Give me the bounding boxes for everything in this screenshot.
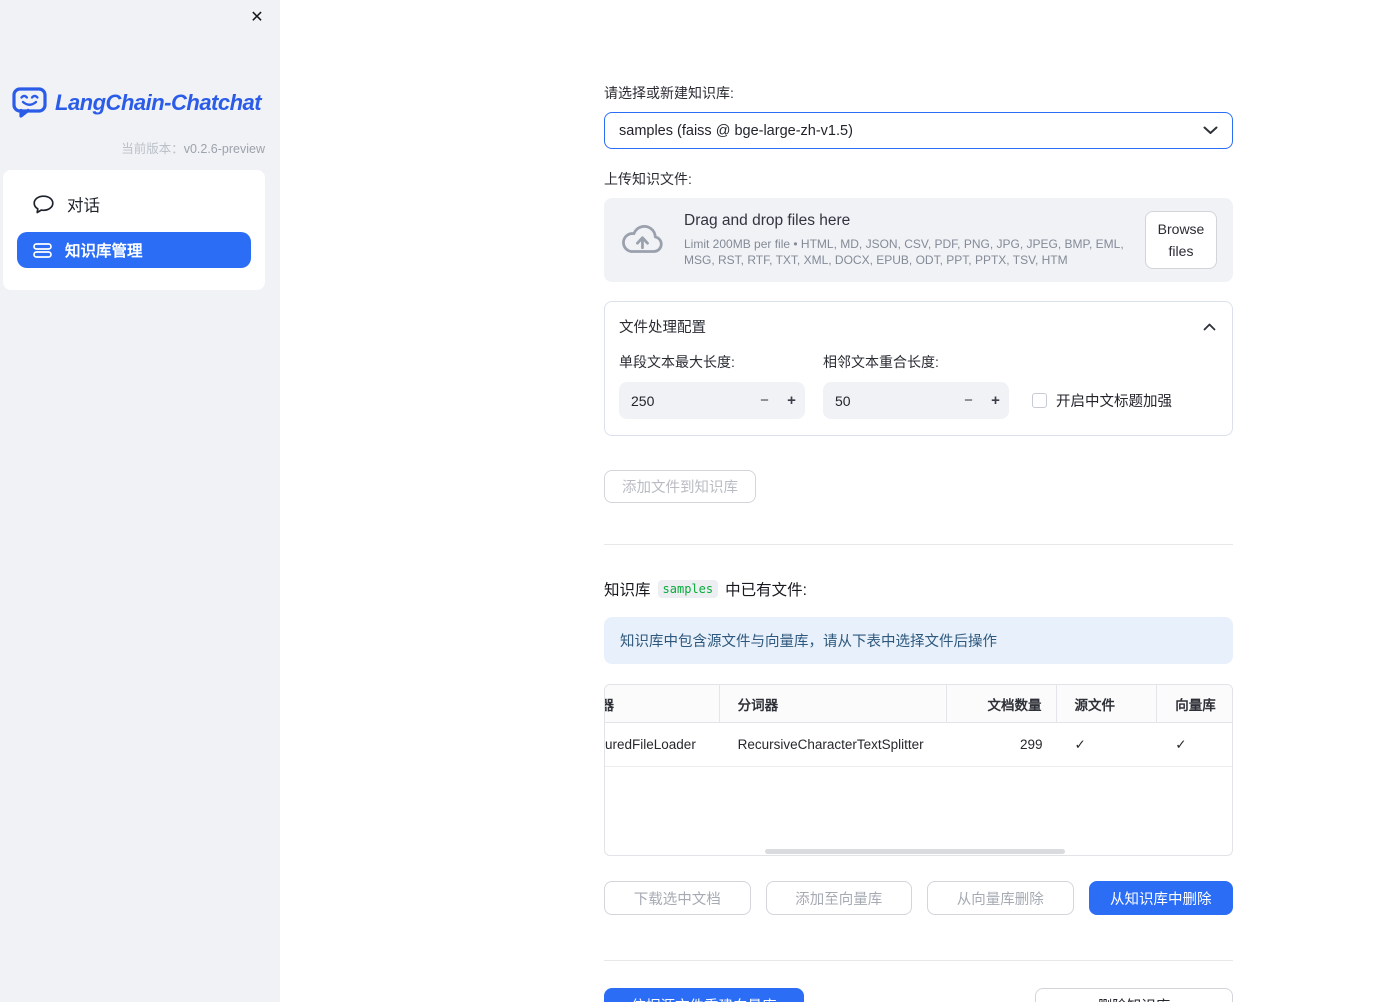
expander-title: 文件处理配置 xyxy=(619,320,706,336)
version-label: 当前版本： xyxy=(121,142,184,156)
cell-vector-store-check: ✓ xyxy=(1175,736,1187,752)
heading-prefix: 知识库 xyxy=(604,582,651,599)
kb-files-table: 器 分词器 文档数量 源文件 向量库 uredFileLoader Recurs… xyxy=(604,684,1233,856)
cloud-upload-icon xyxy=(620,223,664,257)
heading-suffix: 中已有文件: xyxy=(725,582,807,599)
chunk-size-increment-button[interactable]: + xyxy=(778,392,805,409)
chunk-size-value[interactable]: 250 xyxy=(619,393,751,409)
kb-files-heading: 知识库 samples 中已有文件: xyxy=(604,578,1233,600)
add-to-vector-store-button[interactable]: 添加至向量库 xyxy=(765,881,912,915)
column-header-source-file[interactable]: 源文件 xyxy=(1057,685,1158,722)
kb-select-value: samples (faiss @ bge-large-zh-v1.5) xyxy=(619,122,853,139)
kb-name-code: samples xyxy=(657,580,719,598)
download-selected-button[interactable]: 下载选中文档 xyxy=(604,881,751,915)
add-files-to-kb-button[interactable]: 添加文件到知识库 xyxy=(604,470,756,503)
cell-loader: uredFileLoader xyxy=(605,737,696,752)
sidebar-item-knowledge-base[interactable]: 知识库管理 xyxy=(17,232,251,268)
sidebar-item-label: 知识库管理 xyxy=(65,243,143,260)
overlap-size-label: 相邻文本重合长度: xyxy=(823,354,939,370)
cell-splitter: RecursiveCharacterTextSplitter xyxy=(737,737,924,752)
delete-kb-button[interactable]: 删除知识库 xyxy=(1035,988,1233,1002)
logo-chat-smiley-icon xyxy=(12,87,47,118)
zh-title-enhance-checkbox[interactable] xyxy=(1032,393,1047,408)
overlap-size-value[interactable]: 50 xyxy=(823,393,955,409)
dropzone-limit-text: Limit 200MB per file • HTML, MD, JSON, C… xyxy=(684,236,1124,267)
dropzone-text: Drag and drop files here Limit 200MB per… xyxy=(684,212,1135,268)
file-dropzone[interactable]: Drag and drop files here Limit 200MB per… xyxy=(604,198,1233,282)
kb-footer-buttons: 依据源文件重建向量库 删除知识库 xyxy=(604,988,1233,1002)
upload-label: 上传知识文件: xyxy=(604,171,692,187)
version-value: v0.2.6-preview xyxy=(183,142,265,156)
kb-select[interactable]: samples (faiss @ bge-large-zh-v1.5) xyxy=(604,112,1233,149)
zh-title-enhance-label[interactable]: 开启中文标题加强 xyxy=(1056,390,1172,411)
browse-files-button[interactable]: Browse files xyxy=(1145,210,1217,270)
file-action-buttons: 下载选中文档 添加至向量库 从向量库删除 从知识库中删除 xyxy=(604,881,1233,915)
chevron-up-icon xyxy=(1203,323,1216,331)
chat-bubble-icon xyxy=(33,194,54,214)
remove-from-vector-store-button[interactable]: 从向量库删除 xyxy=(927,881,1074,915)
table-header: 器 分词器 文档数量 源文件 向量库 xyxy=(605,685,1232,723)
sidebar-menu: 对话 知识库管理 xyxy=(3,170,265,290)
sidebar-item-dialogue[interactable]: 对话 xyxy=(17,186,251,222)
overlap-size-input[interactable]: 50 − + xyxy=(823,382,1009,419)
cell-doc-count: 299 xyxy=(1019,737,1043,752)
sidebar-item-label: 对话 xyxy=(67,197,100,215)
list-stack-icon xyxy=(33,242,52,259)
chevron-down-icon xyxy=(1203,126,1218,135)
version-info: 当前版本：v0.2.6-preview xyxy=(121,138,265,157)
file-config-expander: 文件处理配置 单段文本最大长度: 250 − + 相邻文本重合长度: 50 − … xyxy=(604,301,1233,436)
zh-title-enhance-group: 开启中文标题加强 xyxy=(1032,382,1172,419)
column-header-doc-count[interactable]: 文档数量 xyxy=(947,685,1057,722)
rebuild-vector-store-button[interactable]: 依据源文件重建向量库 xyxy=(604,988,804,1002)
info-alert: 知识库中包含源文件与向量库，请从下表中选择文件后操作 xyxy=(604,617,1233,664)
column-header-splitter[interactable]: 分词器 xyxy=(720,685,947,722)
main-content: 请选择或新建知识库: samples (faiss @ bge-large-zh… xyxy=(604,83,1233,1002)
delete-from-kb-button[interactable]: 从知识库中删除 xyxy=(1088,881,1233,915)
overlap-size-decrement-button[interactable]: − xyxy=(955,392,982,409)
kb-select-label: 请选择或新建知识库: xyxy=(604,85,734,101)
overlap-size-increment-button[interactable]: + xyxy=(982,392,1009,409)
app-page: ✕ LangChain-Chatchat 当前版本：v0.2.6-preview xyxy=(0,0,1380,1002)
overlap-size-group: 相邻文本重合长度: 50 − + xyxy=(823,352,1009,419)
chunk-size-group: 单段文本最大长度: 250 − + xyxy=(619,352,805,419)
chunk-size-decrement-button[interactable]: − xyxy=(751,392,778,409)
app-logo: LangChain-Chatchat xyxy=(12,87,262,118)
divider xyxy=(604,544,1233,545)
divider xyxy=(604,960,1233,961)
sidebar: ✕ LangChain-Chatchat 当前版本：v0.2.6-preview xyxy=(0,0,280,1002)
table-row[interactable]: uredFileLoader RecursiveCharacterTextSpl… xyxy=(605,723,1232,767)
chunk-size-label: 单段文本最大长度: xyxy=(619,354,735,370)
expander-header[interactable]: 文件处理配置 xyxy=(619,316,1216,337)
logo-text: LangChain-Chatchat xyxy=(55,89,262,115)
expander-body: 单段文本最大长度: 250 − + 相邻文本重合长度: 50 − + 开启中文标… xyxy=(619,352,1216,419)
column-header-vector-store[interactable]: 向量库 xyxy=(1157,685,1232,722)
chunk-size-input[interactable]: 250 − + xyxy=(619,382,805,419)
cell-source-file-check: ✓ xyxy=(1074,736,1086,752)
info-alert-text: 知识库中包含源文件与向量库，请从下表中选择文件后操作 xyxy=(620,634,997,650)
column-header-loader[interactable]: 器 xyxy=(605,685,720,722)
sidebar-close-icon[interactable]: ✕ xyxy=(247,8,267,28)
dropzone-title: Drag and drop files here xyxy=(684,211,851,229)
table-horizontal-scrollbar[interactable] xyxy=(765,849,1065,854)
